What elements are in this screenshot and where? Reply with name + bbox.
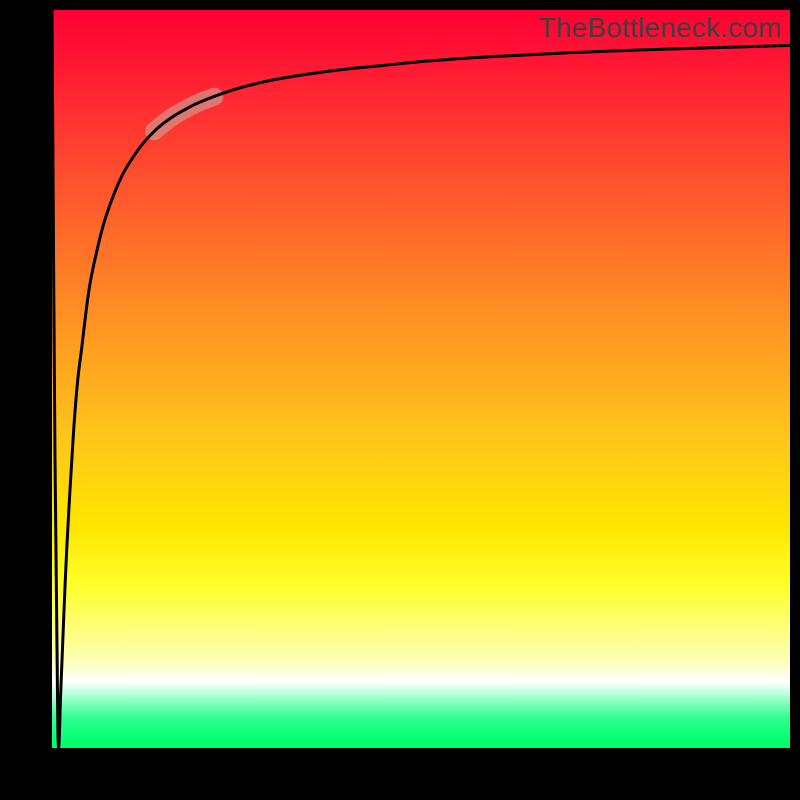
highlight-layer [154, 97, 214, 132]
curve-highlight [154, 97, 214, 132]
chart-frame: TheBottleneck.com [0, 0, 800, 800]
plot-area: TheBottleneck.com [52, 10, 790, 748]
curve-svg [52, 10, 790, 748]
